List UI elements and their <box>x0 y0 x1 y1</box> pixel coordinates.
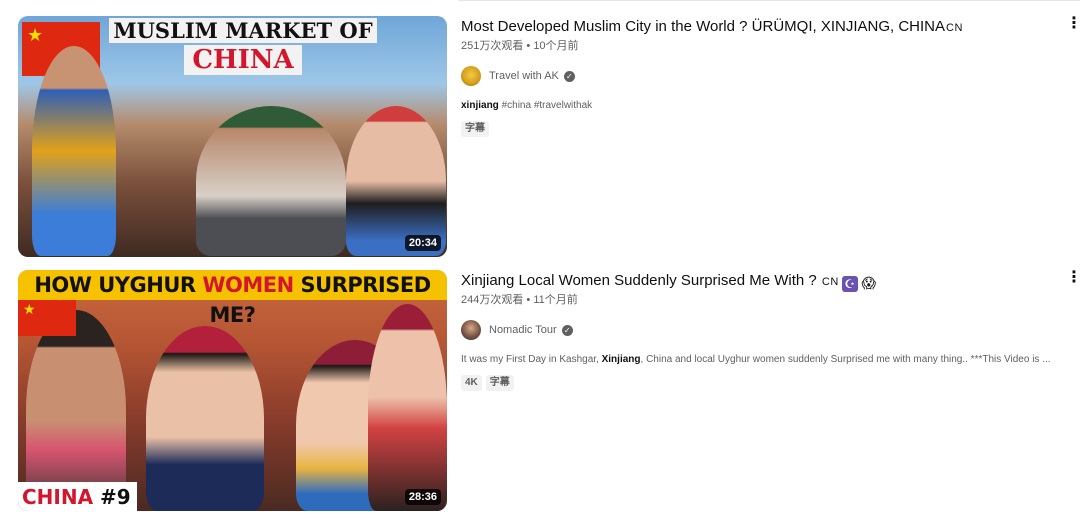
video-title-text[interactable]: Most Developed Muslim City in the World … <box>461 18 945 35</box>
thumbnail-figure <box>32 46 116 256</box>
divider <box>458 0 1080 1</box>
thumbnail-caption-line1: MUSLIM MARKET OF <box>109 18 377 43</box>
china-flag-icon: ★ <box>18 298 76 336</box>
channel-name[interactable]: Nomadic Tour <box>489 324 557 336</box>
video-title[interactable]: Most Developed Muslim City in the World … <box>461 16 1051 39</box>
description-text: It was my First Day in Kashgar, <box>461 354 602 365</box>
channel-avatar[interactable] <box>461 320 481 340</box>
description-text: , China and local Uyghur women suddenly … <box>640 354 1051 365</box>
screaming-face-icon: 😱 <box>860 275 877 291</box>
subtitles-badge: 字幕 <box>461 121 489 137</box>
channel-avatar[interactable] <box>461 66 481 86</box>
thumbnail-episode-part: #9 <box>93 485 131 509</box>
video-title-text[interactable]: Xinjiang Local Women Suddenly Surprised … <box>461 272 817 289</box>
duration-badge: 20:34 <box>404 235 441 251</box>
video-result[interactable]: ★ MUSLIM MARKET OF CHINA 20:34 Most Deve… <box>0 16 1080 258</box>
thumbnail-figure <box>368 304 447 511</box>
thumbnail-caption-part: HOW UYGHUR <box>34 273 203 297</box>
channel-name[interactable]: Travel with AK <box>489 70 559 82</box>
thumbnail-figure <box>26 310 126 510</box>
more-actions-icon[interactable]: ⋮ <box>1066 270 1080 290</box>
duration-badge: 28:36 <box>404 489 441 505</box>
badge-list: 4K 字幕 <box>461 375 1051 391</box>
video-result[interactable]: ★ HOW UYGHUR WOMEN SURPRISED ME? CHINA #… <box>0 270 1080 512</box>
4k-badge: 4K <box>461 375 482 391</box>
subtitles-badge: 字幕 <box>485 375 514 391</box>
thumbnail-caption-part: WOMEN <box>202 273 294 297</box>
video-thumbnail[interactable]: ★ MUSLIM MARKET OF CHINA 20:34 <box>18 16 447 257</box>
thumbnail-episode-label: CHINA #9 <box>18 482 137 511</box>
thumbnail-caption-line2: CHINA <box>184 45 302 75</box>
video-description-snippet: It was my First Day in Kashgar, Xinjiang… <box>461 353 1051 367</box>
verified-check-icon: ✓ <box>563 70 575 82</box>
thumbnail-figure <box>346 106 446 256</box>
view-count-and-date: 251万次观看 • 10个月前 <box>461 40 579 52</box>
thumbnail-figure <box>146 326 264 511</box>
verified-check-icon: ✓ <box>561 324 573 336</box>
thumbnail-caption: HOW UYGHUR WOMEN SURPRISED ME? <box>18 270 447 327</box>
video-details: Most Developed Muslim City in the World … <box>461 16 1051 137</box>
cn-flag-label: CN <box>821 276 839 288</box>
video-description-snippet: xinjiang #china #travelwithak <box>461 99 1051 113</box>
video-title[interactable]: Xinjiang Local Women Suddenly Surprised … <box>461 270 1051 293</box>
badge-list: 字幕 <box>461 121 1051 137</box>
star-and-crescent-icon: ☪ <box>841 276 858 292</box>
description-highlight: Xinjiang <box>601 354 641 365</box>
description-highlight: xinjiang <box>461 100 499 111</box>
channel-row[interactable]: Nomadic Tour ✓ <box>461 319 1051 341</box>
video-details: Xinjiang Local Women Suddenly Surprised … <box>461 270 1051 391</box>
view-count-and-date: 244万次观看 • 11个月前 <box>461 294 578 306</box>
video-thumbnail[interactable]: ★ HOW UYGHUR WOMEN SURPRISED ME? CHINA #… <box>18 270 447 511</box>
thumbnail-figure <box>196 106 346 256</box>
channel-row[interactable]: Travel with AK ✓ <box>461 65 1051 87</box>
description-text: #china #travelwithak <box>498 100 593 111</box>
thumbnail-caption: MUSLIM MARKET OF CHINA <box>108 16 378 80</box>
more-actions-icon[interactable]: ⋮ <box>1066 16 1080 36</box>
cn-flag-label: CN <box>946 22 963 34</box>
thumbnail-episode-part: CHINA <box>22 485 94 509</box>
